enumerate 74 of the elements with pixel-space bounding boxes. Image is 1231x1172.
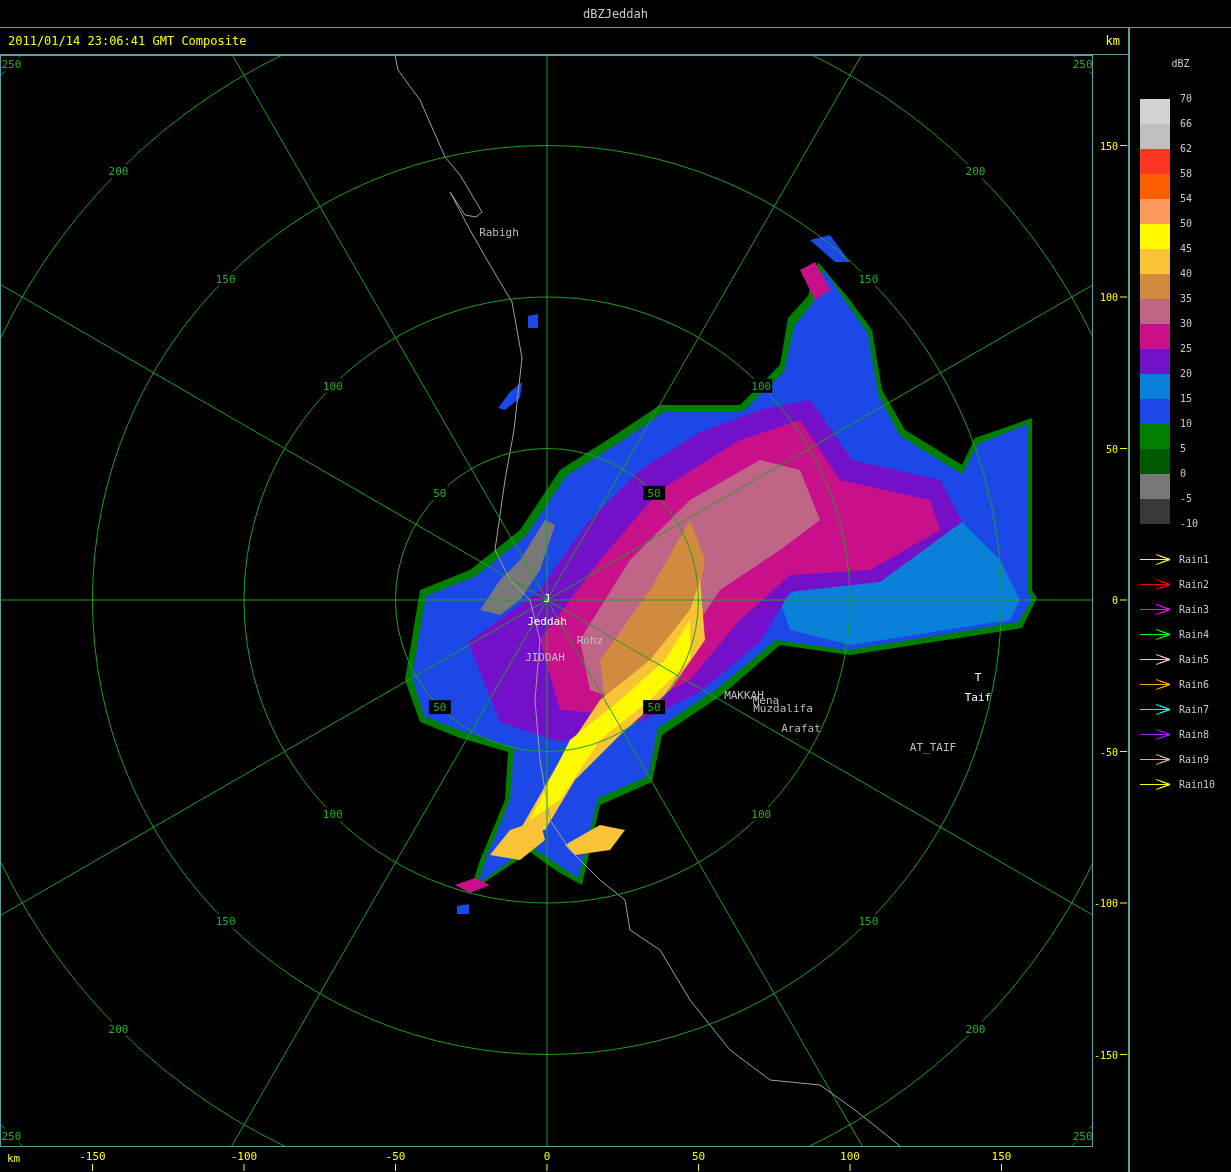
legend-label: Rain5 [1179, 654, 1210, 665]
range-label: 50 [433, 701, 447, 715]
scale-label: 35 [1180, 293, 1193, 304]
scale-label: 50 [1180, 218, 1193, 229]
axis-tick-label: -50 [1099, 746, 1118, 758]
axis-tick-label: 50 [691, 1150, 706, 1163]
axis-tick-label: 50 [1105, 443, 1118, 455]
scale-label: 5 [1180, 443, 1187, 454]
range-label: 150 [858, 915, 879, 929]
range-label: 250 [1072, 58, 1092, 72]
range-label: 200 [965, 1022, 986, 1036]
timestamp-label: 2011/01/14 23:06:41 GMT Composite [8, 34, 247, 48]
range-label: 100 [751, 808, 772, 822]
scale-label: 70 [1180, 93, 1193, 104]
range-label: 50 [647, 701, 661, 715]
range-label: 200 [108, 1022, 129, 1036]
place-label: J [543, 592, 551, 605]
range-label: 200 [965, 165, 986, 179]
axis-tick-label: 100 [840, 1150, 860, 1163]
range-label: 100 [322, 379, 343, 393]
scale-label: 30 [1180, 318, 1193, 329]
range-label: 250 [1072, 1129, 1092, 1143]
range-label: 250 [1, 58, 22, 72]
legend-title: dBZ [1170, 58, 1191, 69]
axis-tick-label: -100 [230, 1150, 258, 1163]
range-label: 150 [215, 915, 236, 929]
legend-label: Rain3 [1179, 604, 1210, 615]
scale-label: 62 [1180, 143, 1193, 154]
scale-label: -10 [1180, 518, 1199, 529]
legend-label: Rain10 [1179, 779, 1216, 790]
range-label: 50 [433, 486, 447, 500]
range-label: 250 [1, 1129, 22, 1143]
axis-tick-label: -50 [385, 1150, 406, 1163]
scale-label: 0 [1180, 468, 1187, 479]
range-label: 200 [108, 165, 129, 179]
axis-tick-label: 150 [991, 1150, 1012, 1163]
axis-tick-label: -100 [1093, 898, 1118, 909]
axis-tick-label: 150 [1099, 140, 1118, 152]
axis-tick-label: 0 [1111, 595, 1118, 606]
place-label: T [974, 671, 982, 684]
legend-label: Rain1 [1179, 554, 1210, 565]
place-label: Arafat [781, 722, 821, 735]
legend-label: Rain9 [1179, 754, 1210, 765]
axis-tick-label: -150 [1093, 1049, 1118, 1061]
legend-label: Rain6 [1179, 679, 1210, 690]
range-label: 50 [647, 486, 661, 500]
place-label: Jeddah [527, 615, 567, 628]
scale-label: 54 [1180, 193, 1193, 204]
scale-label: 20 [1180, 368, 1193, 379]
range-label: 100 [751, 379, 772, 393]
axis-tick-label: 0 [543, 1150, 551, 1163]
range-label: 150 [858, 272, 879, 286]
legend-label: Rain4 [1179, 629, 1210, 640]
axis-tick-label: 100 [1099, 292, 1118, 303]
scale-label: 66 [1180, 118, 1193, 129]
scale-label: 10 [1180, 418, 1193, 429]
axis-tick-label: -150 [79, 1150, 106, 1163]
scale-label: 15 [1180, 393, 1193, 404]
legend-label: Rain2 [1179, 579, 1210, 590]
range-label: 150 [215, 272, 236, 286]
scale-label: 25 [1180, 343, 1193, 354]
scale-label: 45 [1180, 243, 1193, 254]
legend-label: Rain8 [1179, 729, 1210, 740]
scale-label: 58 [1180, 168, 1193, 179]
scale-label: -5 [1180, 493, 1193, 504]
scale-label: 40 [1180, 268, 1193, 279]
axis-unit-label: km [7, 1152, 21, 1165]
place-label: Rabigh [479, 226, 519, 239]
window-title: dBZJeddah [0, 0, 1231, 28]
legend-label: Rain7 [1179, 704, 1210, 715]
unit-label: km [1105, 34, 1120, 48]
place-label: AT_TAIF [909, 741, 957, 754]
place-label: Taif [964, 691, 992, 704]
range-label: 100 [322, 808, 343, 822]
